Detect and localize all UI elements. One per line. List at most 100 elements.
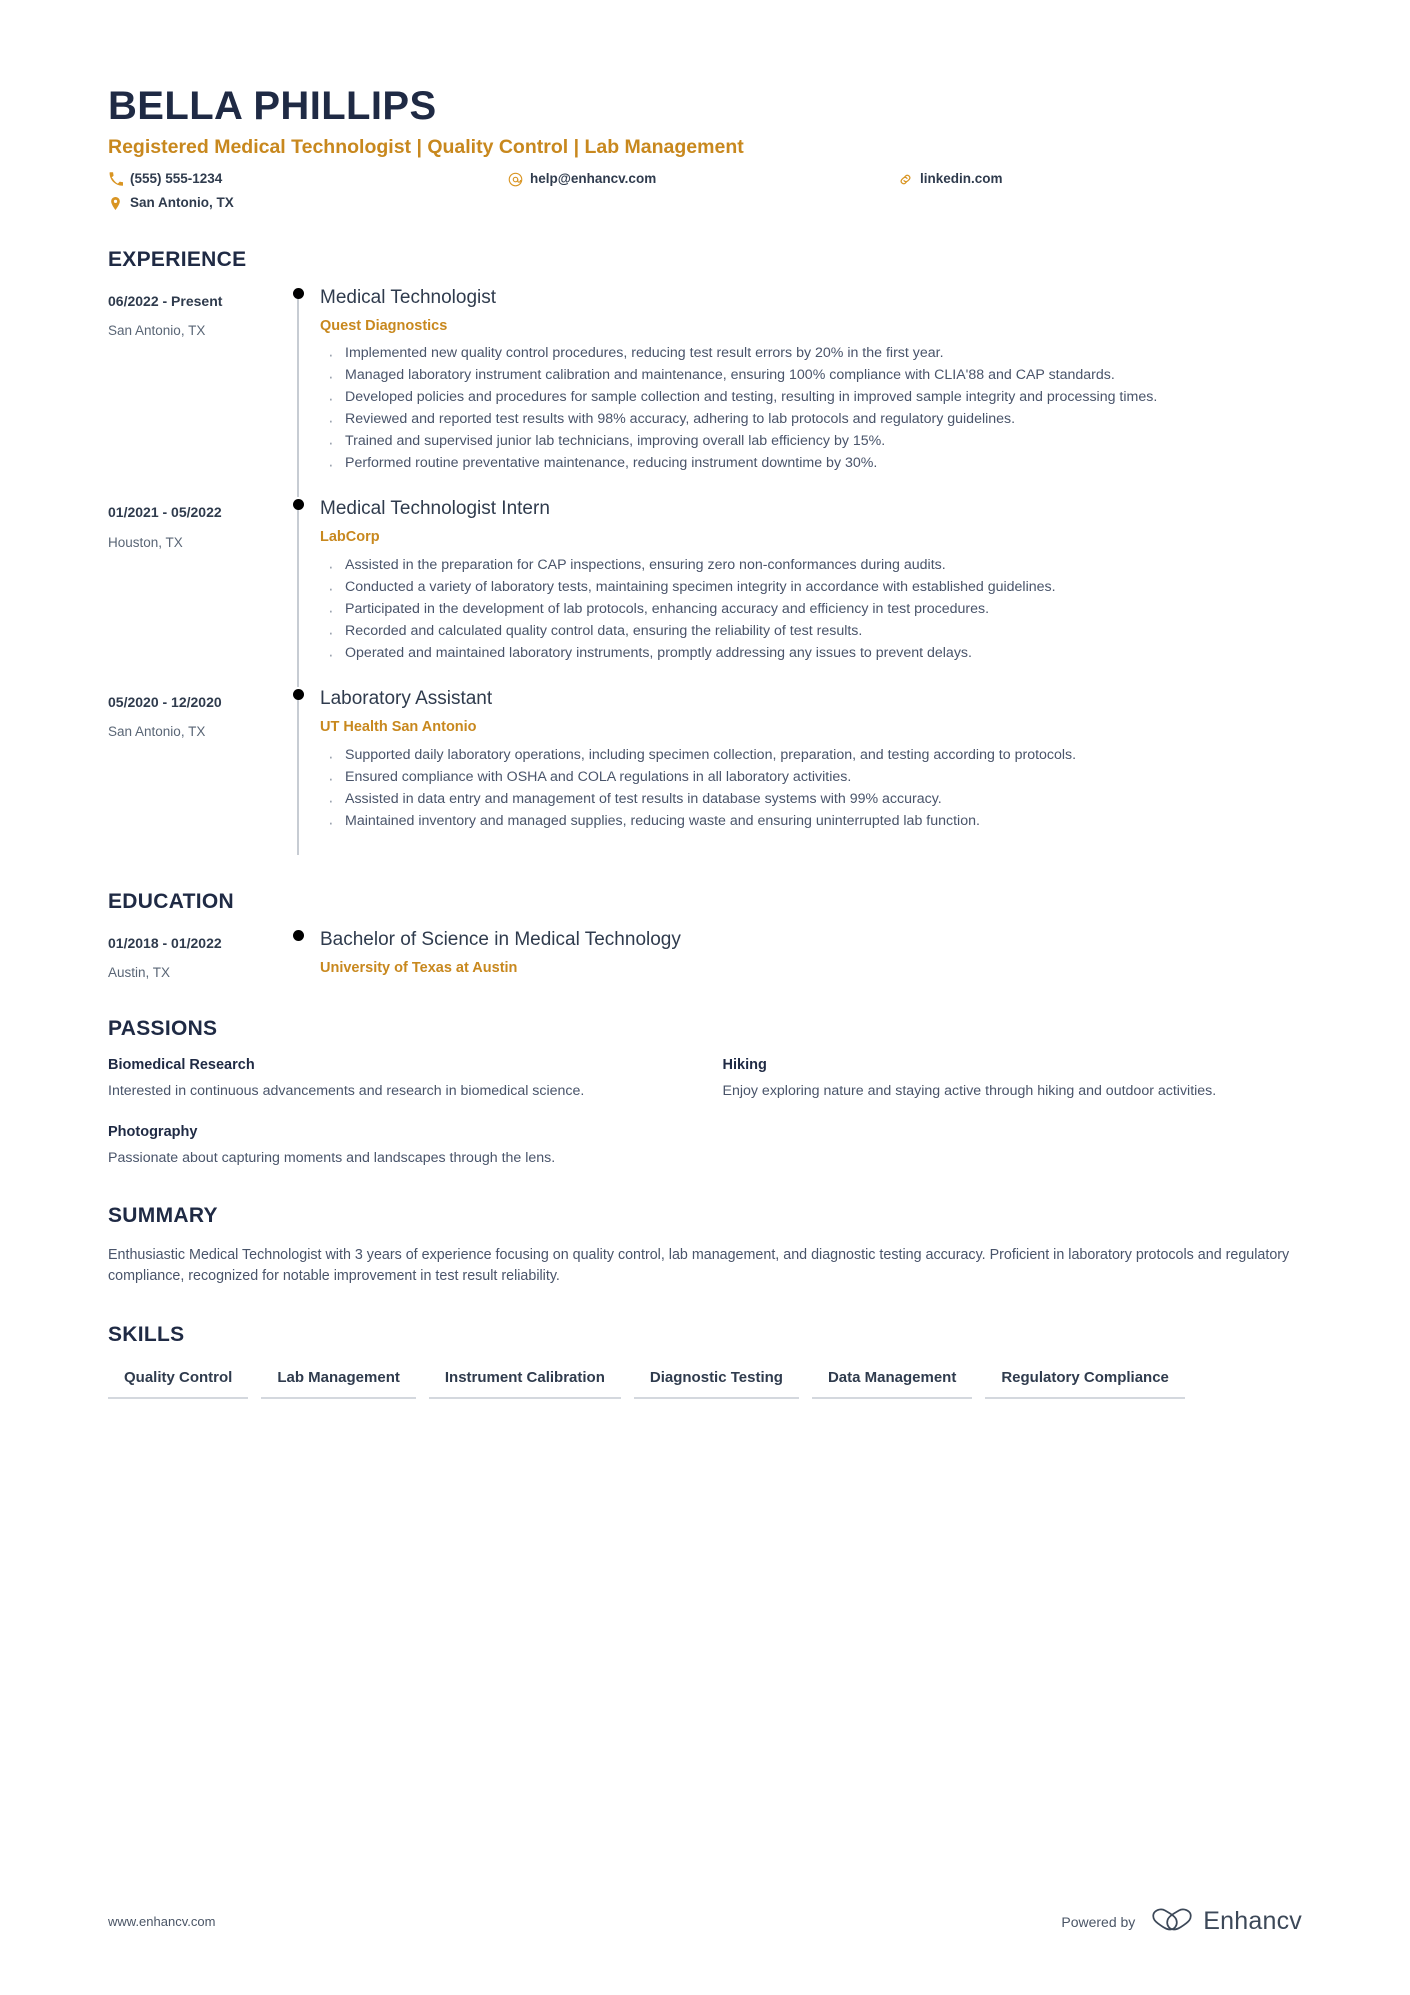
passion-description: Interested in continuous advancements an… [108, 1082, 585, 1099]
entry-degree-title: Bachelor of Science in Medical Technolog… [320, 928, 681, 950]
contact-linkedin[interactable]: linkedin.com [898, 170, 1302, 188]
entry-body: Medical Technologist Intern LabCorp Assi… [316, 497, 1302, 687]
entry-meta: 06/2022 - Present San Antonio, TX [108, 286, 280, 498]
passion-name: Hiking [722, 1056, 767, 1073]
entry-bullets: Implemented new quality control procedur… [320, 342, 1302, 477]
section-experience: EXPERIENCE 06/2022 - Present San Antonio… [108, 247, 1302, 855]
bullet-item: Conducted a variety of laboratory tests,… [320, 576, 1302, 601]
page-footer: www.enhancv.com Powered by Enhancv [108, 1906, 1302, 1937]
timeline-rail [280, 928, 316, 982]
resume-header: BELLA PHILLIPS Registered Medical Techno… [108, 0, 1302, 213]
skill-chip: Instrument Calibration [428, 1365, 621, 1400]
bullet-item: Operated and maintained laboratory instr… [320, 642, 1302, 667]
contact-phone[interactable]: (555) 555-1234 [108, 170, 508, 188]
entry-date: 01/2018 - 01/2022 [108, 934, 222, 951]
entry-job-title: Laboratory Assistant [320, 688, 493, 710]
section-passions: PASSIONS Biomedical Research Interested … [108, 1016, 1302, 1169]
entry-body: Bachelor of Science in Medical Technolog… [316, 928, 1302, 982]
bullet-item: Assisted in the preparation for CAP insp… [320, 554, 1302, 579]
entry-institution: University of Texas at Austin [320, 959, 518, 976]
contact-location: San Antonio, TX [108, 194, 508, 212]
timeline-dot [292, 287, 304, 299]
passions-grid: Biomedical Research Interested in contin… [108, 1056, 1302, 1169]
timeline-rail [280, 497, 316, 688]
professional-headline: Registered Medical Technologist | Qualit… [108, 135, 744, 158]
link-icon [898, 171, 913, 187]
section-title-education: EDUCATION [108, 889, 234, 913]
entry-date: 06/2022 - Present [108, 292, 223, 309]
section-title-experience: EXPERIENCE [108, 247, 247, 271]
skill-chip: Quality Control [108, 1365, 249, 1400]
timeline-line [297, 293, 299, 498]
email-icon [508, 171, 523, 187]
timeline-dot [292, 689, 304, 701]
entry-location: Austin, TX [108, 965, 171, 981]
entry-body: Laboratory Assistant UT Health San Anton… [316, 687, 1302, 855]
entry-meta: 01/2018 - 01/2022 Austin, TX [108, 928, 280, 982]
entry-organization: LabCorp [320, 529, 380, 546]
entry-bullets: Assisted in the preparation for CAP insp… [320, 554, 1302, 667]
bullet-item: Trained and supervised junior lab techni… [320, 430, 1302, 455]
passion-name: Biomedical Research [108, 1056, 255, 1073]
powered-by-label: Powered by [1061, 1913, 1136, 1930]
entry-location: San Antonio, TX [108, 323, 206, 338]
passion-item: Biomedical Research Interested in contin… [108, 1056, 688, 1101]
section-summary: SUMMARY Enthusiastic Medical Technologis… [108, 1203, 1302, 1288]
skill-chip: Data Management [811, 1365, 973, 1400]
passion-description: Passionate about capturing moments and l… [108, 1150, 556, 1167]
bullet-item: Supported daily laboratory operations, i… [320, 744, 1302, 769]
passion-item: Photography Passionate about capturing m… [108, 1123, 688, 1168]
timeline-line [297, 505, 299, 688]
bullet-item: Implemented new quality control procedur… [320, 342, 1302, 367]
timeline-rail [280, 687, 316, 855]
enhancv-brand-name: Enhancv [1203, 1907, 1302, 1935]
bullet-item: Reviewed and reported test results with … [320, 408, 1302, 433]
page-title: BELLA PHILLIPS [108, 84, 437, 128]
section-title-skills: SKILLS [108, 1322, 185, 1346]
section-skills: SKILLS Quality Control Lab Management In… [108, 1322, 1302, 1400]
experience-entry: 01/2021 - 05/2022 Houston, TX Medical Te… [108, 497, 1302, 688]
footer-website-url[interactable]: www.enhancv.com [108, 1914, 215, 1929]
bullet-item: Maintained inventory and managed supplie… [320, 810, 1302, 835]
bullet-item: Performed routine preventative maintenan… [320, 452, 1302, 477]
education-entries: 01/2018 - 01/2022 Austin, TX Bachelor of… [108, 928, 1302, 982]
contact-linkedin-text: linkedin.com [920, 171, 1003, 187]
section-education: EDUCATION 01/2018 - 01/2022 Austin, TX B… [108, 889, 1302, 982]
entry-meta: 01/2021 - 05/2022 Houston, TX [108, 497, 280, 687]
skills-list: Quality Control Lab Management Instrumen… [108, 1365, 1208, 1400]
entry-bullets: Supported daily laboratory operations, i… [320, 744, 1302, 835]
contact-location-text: San Antonio, TX [130, 195, 234, 211]
timeline-dot [292, 499, 304, 511]
summary-text: Enthusiastic Medical Technologist with 3… [108, 1246, 1290, 1285]
passion-name: Photography [108, 1124, 198, 1141]
contact-email[interactable]: help@enhancv.com [508, 170, 898, 188]
contact-email-text: help@enhancv.com [530, 171, 657, 187]
entry-body: Medical Technologist Quest Diagnostics I… [316, 286, 1302, 498]
entry-organization: Quest Diagnostics [320, 317, 448, 334]
bullet-item: Recorded and calculated quality control … [320, 620, 1302, 645]
location-icon [108, 195, 123, 211]
contact-info: (555) 555-1234 help@enhancv.com linkedin… [108, 170, 1302, 212]
bullet-item: Ensured compliance with OSHA and COLA re… [320, 766, 1302, 791]
bullet-item: Developed policies and procedures for sa… [320, 386, 1302, 411]
entry-date: 01/2021 - 05/2022 [108, 504, 222, 521]
powered-by-block: Powered by Enhancv [1061, 1906, 1302, 1937]
enhancv-logo-icon [1151, 1906, 1193, 1937]
passion-description: Enjoy exploring nature and staying activ… [722, 1082, 1217, 1099]
experience-entry: 06/2022 - Present San Antonio, TX Medica… [108, 286, 1302, 498]
passion-item: Hiking Enjoy exploring nature and stayin… [723, 1056, 1303, 1101]
section-title-summary: SUMMARY [108, 1203, 218, 1227]
skill-chip: Regulatory Compliance [985, 1365, 1185, 1400]
entry-location: Houston, TX [108, 534, 183, 550]
entry-organization: UT Health San Antonio [320, 718, 477, 735]
entry-date: 05/2020 - 12/2020 [108, 694, 222, 711]
experience-entry: 05/2020 - 12/2020 San Antonio, TX Labora… [108, 687, 1302, 855]
phone-icon [108, 171, 123, 187]
resume-page: BELLA PHILLIPS Registered Medical Techno… [0, 0, 1410, 1995]
entry-job-title: Medical Technologist [320, 286, 497, 308]
timeline-dot [292, 929, 304, 941]
timeline-line [297, 695, 299, 855]
bullet-item: Managed laboratory instrument calibratio… [320, 364, 1302, 389]
experience-entries: 06/2022 - Present San Antonio, TX Medica… [108, 286, 1302, 855]
entry-job-title: Medical Technologist Intern [320, 498, 550, 520]
